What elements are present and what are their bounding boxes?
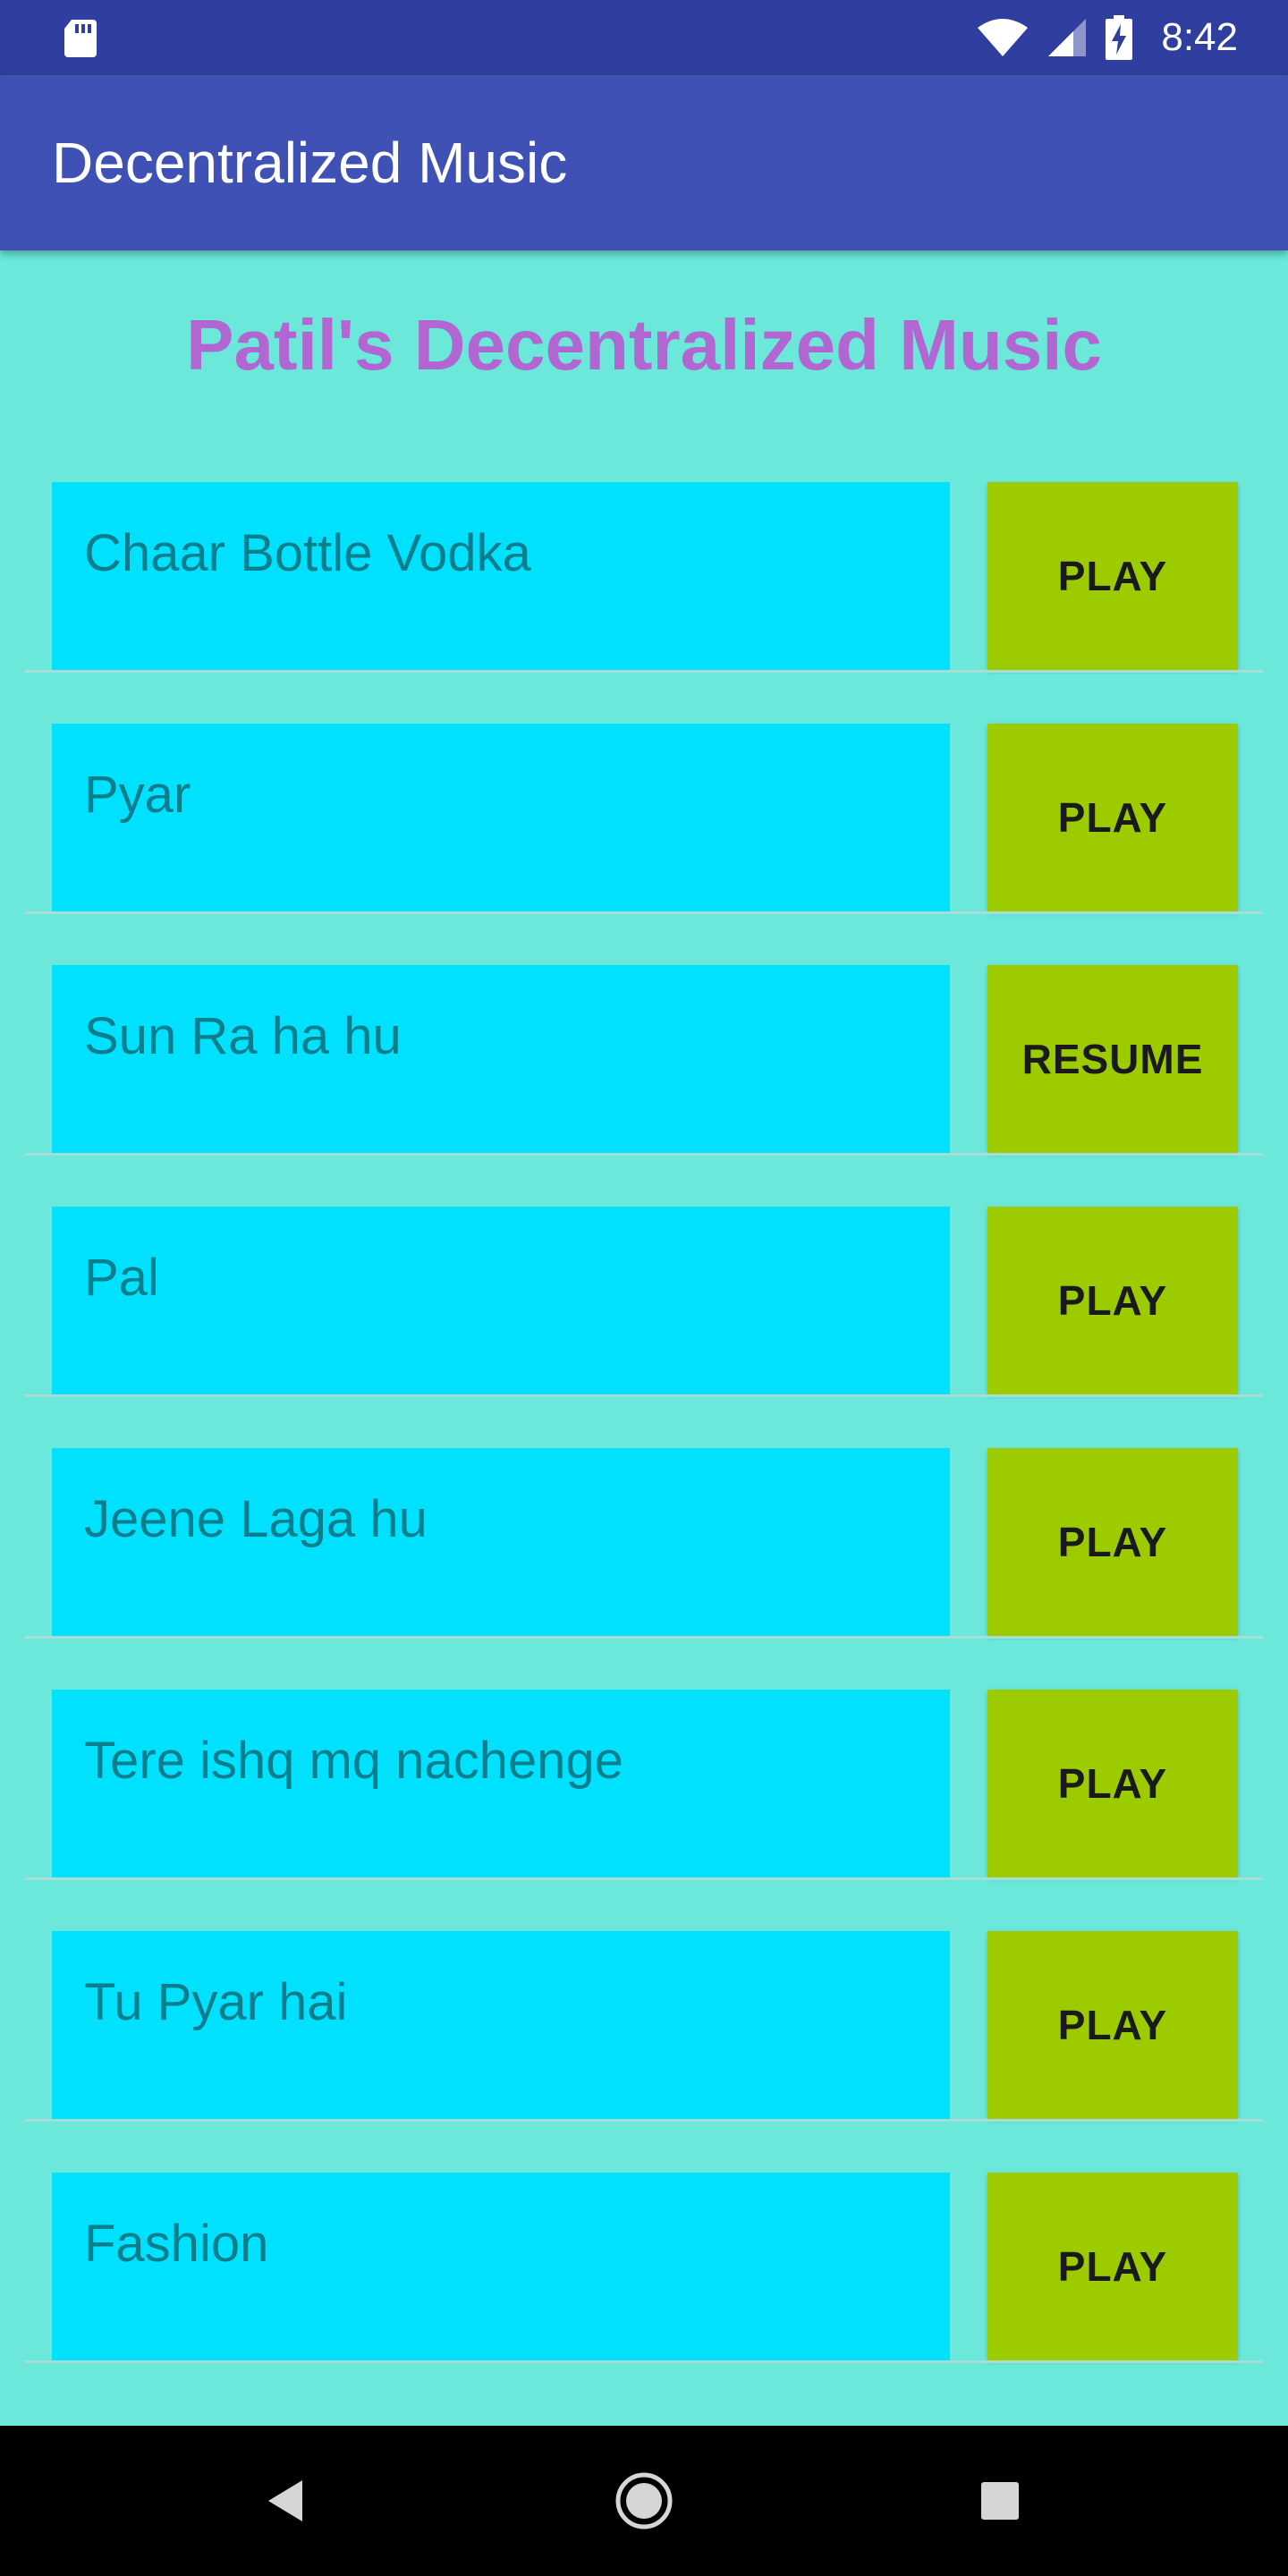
- row-divider: [25, 2360, 1263, 2363]
- song-row: Fashion PLAY: [0, 2171, 1288, 2412]
- status-time: 8:42: [1161, 15, 1238, 59]
- home-button[interactable]: [572, 2426, 716, 2576]
- song-row: Sun Ra ha hu RESUME: [0, 963, 1288, 1205]
- status-bar: 8:42: [0, 0, 1288, 75]
- song-title: Fashion: [84, 2215, 269, 2273]
- row-divider: [25, 1153, 1263, 1156]
- recents-button[interactable]: [928, 2426, 1072, 2576]
- song-title-box: Tere ishq mq nachenge: [52, 1690, 950, 1877]
- back-icon: [268, 2480, 302, 2521]
- row-divider: [25, 1394, 1263, 1397]
- song-title-box: Pyar: [52, 724, 950, 911]
- wifi-icon: [978, 19, 1029, 56]
- back-button[interactable]: [215, 2426, 358, 2576]
- play-button[interactable]: PLAY: [987, 2173, 1238, 2360]
- play-button[interactable]: PLAY: [987, 724, 1238, 911]
- play-button[interactable]: PLAY: [987, 1448, 1238, 1636]
- row-divider: [25, 670, 1263, 673]
- song-row: Tere ishq mq nachenge PLAY: [0, 1688, 1288, 1929]
- row-divider: [25, 1636, 1263, 1639]
- song-title-box: Sun Ra ha hu: [52, 965, 950, 1153]
- song-title-box: Pal: [52, 1207, 950, 1394]
- row-divider: [25, 2119, 1263, 2122]
- sd-card-icon: [64, 20, 97, 57]
- cellular-signal-icon: [1048, 19, 1087, 56]
- song-title-box: Tu Pyar hai: [52, 1931, 950, 2119]
- song-title: Tere ishq mq nachenge: [84, 1732, 623, 1790]
- song-title: Pyar: [84, 766, 191, 824]
- home-icon: [615, 2472, 673, 2529]
- play-button[interactable]: PLAY: [987, 1931, 1238, 2119]
- song-row: Pal PLAY: [0, 1205, 1288, 1446]
- play-button[interactable]: PLAY: [987, 482, 1238, 670]
- play-button[interactable]: PLAY: [987, 1690, 1238, 1877]
- battery-charging-icon: [1106, 15, 1133, 60]
- page-heading: Patil's Decentralized Music: [186, 305, 1102, 385]
- song-title: Pal: [84, 1249, 159, 1307]
- status-icons: 8:42: [977, 0, 1238, 75]
- song-row: Chaar Bottle Vodka PLAY: [0, 480, 1288, 722]
- song-row: Tu Pyar hai PLAY: [0, 1929, 1288, 2171]
- song-title: Sun Ra ha hu: [84, 1007, 402, 1065]
- app-bar: Decentralized Music: [0, 75, 1288, 250]
- app-title: Decentralized Music: [52, 131, 568, 195]
- song-title-box: Fashion: [52, 2173, 950, 2360]
- row-divider: [25, 1877, 1263, 1880]
- play-button[interactable]: PLAY: [987, 1207, 1238, 1394]
- song-title: Jeene Laga hu: [84, 1490, 428, 1548]
- song-title-box: Chaar Bottle Vodka: [52, 482, 950, 670]
- song-title: Chaar Bottle Vodka: [84, 524, 531, 582]
- song-row: Pyar PLAY: [0, 722, 1288, 963]
- row-divider: [25, 911, 1263, 914]
- song-title-box: Jeene Laga hu: [52, 1448, 950, 1636]
- navigation-bar: [0, 2426, 1288, 2576]
- recents-icon: [981, 2482, 1019, 2520]
- song-row: Jeene Laga hu PLAY: [0, 1446, 1288, 1688]
- song-title: Tu Pyar hai: [84, 1973, 348, 2031]
- resume-button[interactable]: RESUME: [987, 965, 1238, 1153]
- song-list: Chaar Bottle Vodka PLAY Pyar PLAY Sun Ra…: [0, 480, 1288, 2412]
